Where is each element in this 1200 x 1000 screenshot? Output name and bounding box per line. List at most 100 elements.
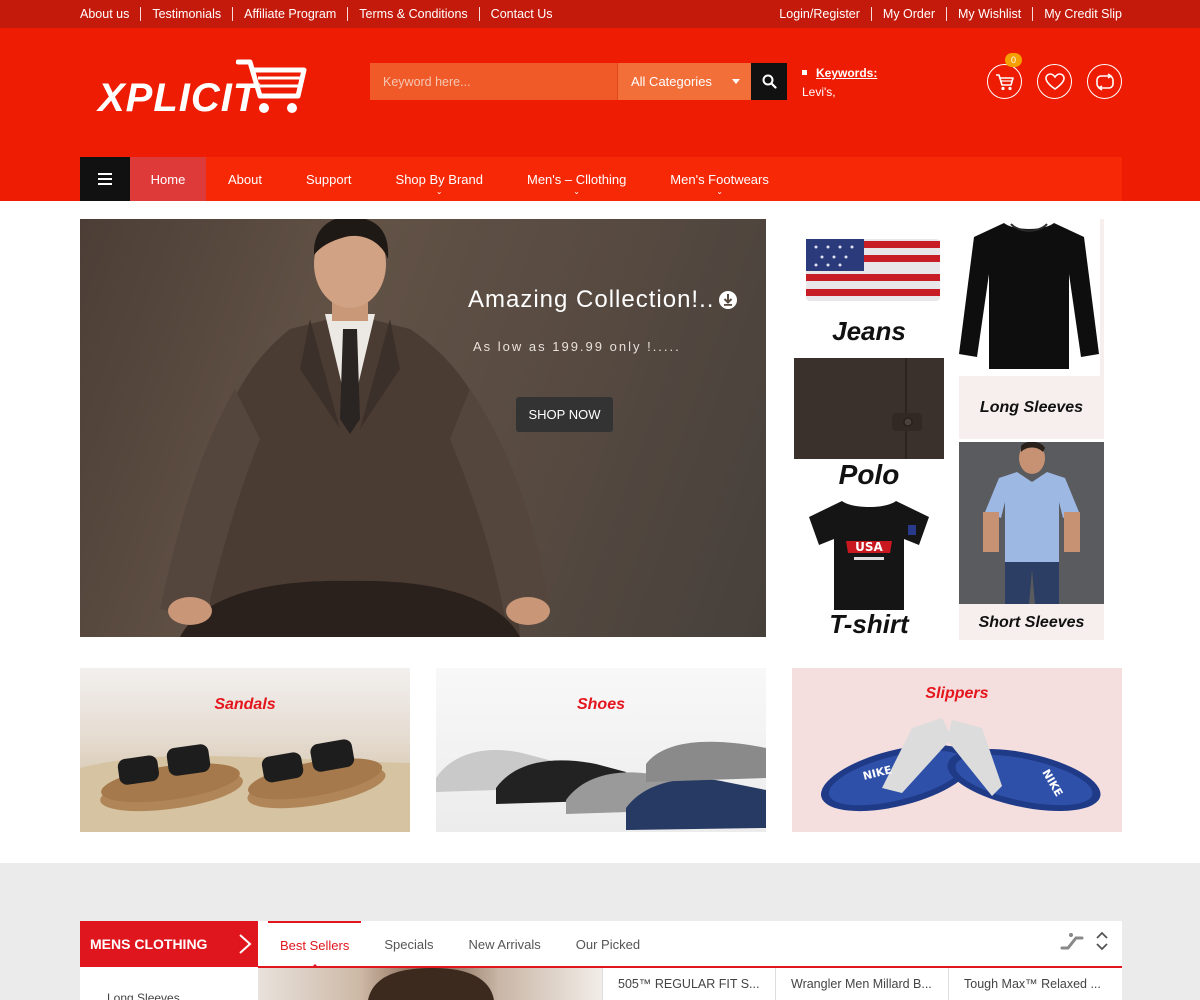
hero-model-image <box>160 219 550 637</box>
nav-item-label: Men's – Cllothing <box>526 171 627 187</box>
nav-item-label: Home <box>150 171 186 187</box>
my-order-link[interactable]: My Order <box>870 7 946 21</box>
chevron-up-icon[interactable] <box>1096 931 1108 939</box>
main-nav: Home About Support Shop By Brand ⌄ Men's … <box>80 157 1122 201</box>
category-label: Jeans <box>832 316 906 346</box>
nav-item-shop-by-brand[interactable]: Shop By Brand ⌄ <box>374 157 505 201</box>
product-name-list: 505™ REGULAR FIT S... Wrangler Men Milla… <box>602 968 1121 1000</box>
product-name[interactable]: Wrangler Men Millard B... <box>775 968 948 1000</box>
chevron-down-icon: ⌄ <box>435 187 443 196</box>
hero-subtitle: As low as 199.99 only !..... <box>473 339 681 354</box>
affiliate-program-link[interactable]: Affiliate Program <box>232 7 347 21</box>
jeans-image <box>806 239 940 301</box>
product-name[interactable]: 505™ REGULAR FIT S... <box>602 968 775 1000</box>
footwear-label: Sandals <box>214 696 276 713</box>
category-tile-jeans[interactable]: Jeans <box>794 219 944 354</box>
category-select[interactable]: All Categories <box>617 63 751 100</box>
footwear-banner-shoes[interactable]: Shoes <box>436 668 766 832</box>
mens-clothing-header[interactable]: MENS CLOTHING <box>80 921 258 967</box>
compare-icon <box>1095 72 1114 91</box>
keywords-block: Keywords: Levi's, <box>802 66 877 99</box>
my-wishlist-link[interactable]: My Wishlist <box>946 7 1032 21</box>
login-register-link[interactable]: Login/Register <box>779 7 871 21</box>
caret-down-icon <box>732 79 740 84</box>
category-tile-polo[interactable]: Polo <box>794 358 944 493</box>
hero-title-text: Amazing Collection!.. <box>468 286 715 313</box>
cart-button[interactable]: 0 <box>987 53 1023 99</box>
category-label: Short Sleeves <box>978 614 1085 631</box>
search-input[interactable] <box>370 63 617 100</box>
category-select-value: All Categories <box>631 74 712 89</box>
side-category-link[interactable]: Long Sleeves <box>107 991 180 1000</box>
hamburger-icon <box>98 173 112 185</box>
tab-our-picked[interactable]: Our Picked <box>564 921 652 967</box>
hero-title: Amazing Collection!.. <box>468 286 738 314</box>
cart-icon <box>995 73 1014 90</box>
header-icons: 0 <box>987 53 1122 99</box>
category-label: Polo <box>838 459 900 490</box>
compare-button[interactable] <box>1087 64 1122 99</box>
keyword-link[interactable]: Levi's, <box>802 85 877 99</box>
escalator-icon <box>1060 933 1084 950</box>
nav-item-home[interactable]: Home <box>130 157 206 201</box>
shop-now-button[interactable]: SHOP NOW <box>516 397 613 432</box>
search-icon <box>762 74 777 89</box>
long-sleeves-image <box>959 223 1099 369</box>
footwear-label: Shoes <box>576 696 625 713</box>
category-tile-long-sleeves[interactable]: Long Sleeves <box>959 219 1104 439</box>
tab-best-sellers[interactable]: Best Sellers <box>268 921 362 968</box>
product-image[interactable] <box>258 968 602 1000</box>
tshirt-image: USA <box>794 497 944 610</box>
keywords-title: Keywords: <box>802 66 877 80</box>
my-credit-slip-link[interactable]: My Credit Slip <box>1032 7 1122 21</box>
tab-specials[interactable]: Specials <box>372 921 445 967</box>
nav-item-mens-clothing[interactable]: Men's – Cllothing ⌄ <box>505 157 648 201</box>
about-us-link[interactable]: About us <box>80 7 140 21</box>
nav-item-about[interactable]: About <box>206 157 284 201</box>
category-tile-tshirt[interactable]: USA T-shirt <box>794 497 944 640</box>
category-tile-short-sleeves[interactable]: Short Sleeves <box>959 442 1104 640</box>
chevron-down-icon: ⌄ <box>716 187 723 196</box>
product-tabs: Best Sellers Specials New Arrivals Our P… <box>268 921 663 968</box>
heart-icon <box>1044 72 1065 90</box>
chevron-down-icon[interactable] <box>1096 943 1108 951</box>
nav-item-label: About <box>228 171 262 187</box>
wishlist-button[interactable] <box>1037 64 1072 99</box>
carousel-arrows <box>1096 931 1108 951</box>
product-name[interactable]: Tough Max™ Relaxed ... <box>948 968 1121 1000</box>
carousel-controls <box>1060 931 1108 951</box>
contact-us-link[interactable]: Contact Us <box>478 7 564 21</box>
products-section: MENS CLOTHING Best Sellers Specials New … <box>80 921 1122 1000</box>
terms-link[interactable]: Terms & Conditions <box>347 7 478 21</box>
top-links-right: Login/Register My Order My Wishlist My C… <box>779 0 1122 28</box>
logo[interactable]: XPLICIT <box>98 54 308 120</box>
hero-banner: Amazing Collection!.. As low as 199.99 o… <box>80 219 766 637</box>
category-label: T-shirt <box>829 609 909 639</box>
top-bar: About us Testimonials Affiliate Program … <box>0 0 1200 28</box>
shoes-image <box>436 741 766 830</box>
chevron-right-icon <box>239 934 252 954</box>
footwear-banner-slippers[interactable]: NIKE NIKE Slippers <box>792 668 1122 832</box>
short-sleeves-image <box>959 442 1104 604</box>
svg-text:USA: USA <box>855 540 883 554</box>
search-button[interactable] <box>751 63 787 100</box>
menu-toggle-button[interactable] <box>80 157 130 201</box>
cart-count-badge: 0 <box>1005 53 1023 67</box>
nav-item-support[interactable]: Support <box>284 157 374 201</box>
logo-cart-icon <box>236 59 307 113</box>
product-model-head <box>368 968 494 1000</box>
nav-item-label: Men's Footwears <box>670 171 769 187</box>
logo-text: XPLICIT <box>98 76 259 120</box>
tab-new-arrivals[interactable]: New Arrivals <box>457 921 553 967</box>
category-label: Long Sleeves <box>979 399 1084 416</box>
section-title: MENS CLOTHING <box>90 936 208 952</box>
footwear-banner-sandals[interactable]: Sandals <box>80 668 410 832</box>
top-links-left: About us Testimonials Affiliate Program … <box>80 0 564 28</box>
chevron-down-icon: ⌄ <box>573 187 580 196</box>
nav-item-mens-footwears[interactable]: Men's Footwears ⌄ <box>648 157 791 201</box>
download-circle-icon <box>719 291 738 309</box>
polo-image <box>794 358 944 459</box>
footwear-label: Slippers <box>925 685 989 702</box>
sandals-image <box>80 739 410 832</box>
testimonials-link[interactable]: Testimonials <box>140 7 232 21</box>
